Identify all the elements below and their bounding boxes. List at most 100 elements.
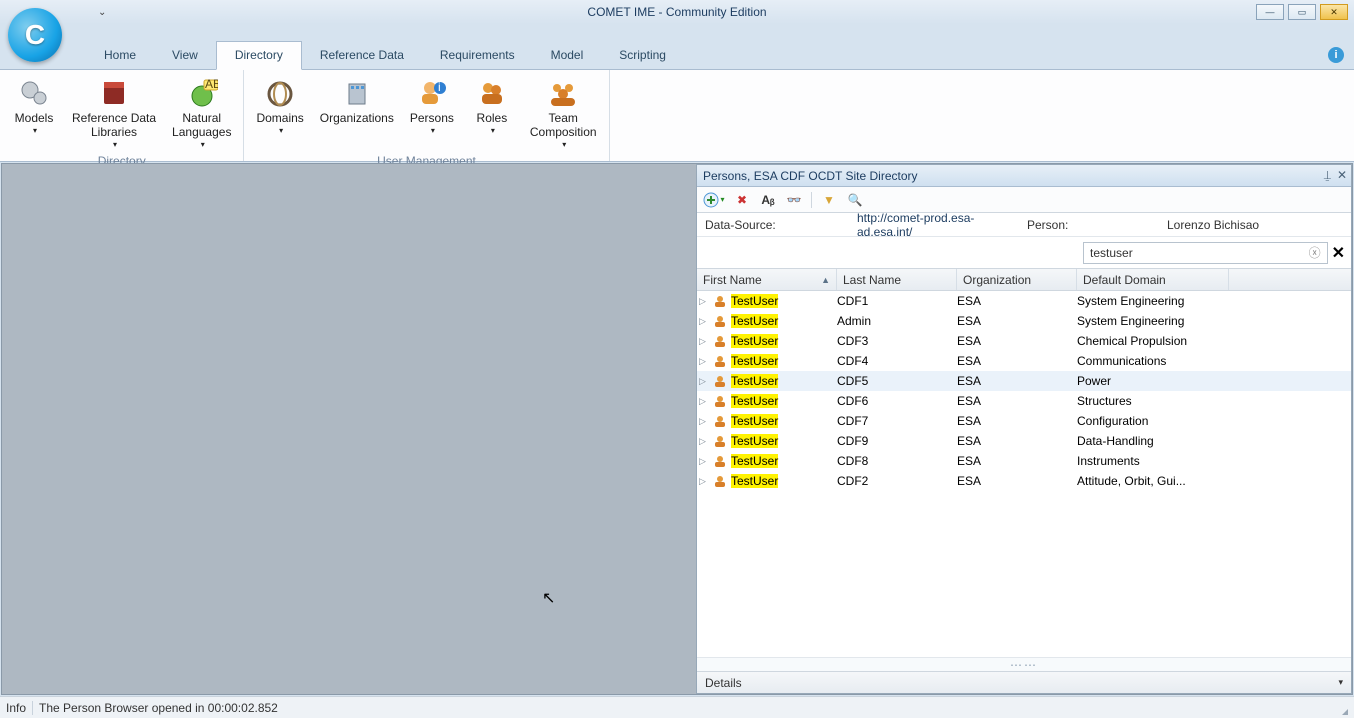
natural-languages-button[interactable]: ABC Natural Languages▾ [166,72,237,153]
ribbon: Models▾ Reference Data Libraries▾ ABC Na… [0,70,1354,162]
team-composition-button[interactable]: Team Composition▾ [524,72,603,153]
cell-organization: ESA [957,294,1077,308]
add-button[interactable]: ▾ [703,191,725,209]
cell-organization: ESA [957,394,1077,408]
models-button[interactable]: Models▾ [6,72,62,139]
col-last-name[interactable]: Last Name [837,269,957,290]
highlight-button[interactable]: Aᵦ [759,191,777,209]
window-title: COMET IME - Community Edition [587,5,766,19]
expand-icon[interactable]: ▷ [699,396,711,407]
roles-button[interactable]: Roles▾ [464,72,520,139]
gears-icon [17,76,51,110]
table-row[interactable]: ▷TestUserCDF9ESAData-Handling [697,431,1351,451]
tab-home[interactable]: Home [86,42,154,69]
col-default-domain[interactable]: Default Domain [1077,269,1229,290]
cell-organization: ESA [957,474,1077,488]
status-bar: Info The Person Browser opened in 00:00:… [0,696,1354,718]
cell-last-name: CDF1 [837,294,957,308]
cell-default-domain: Attitude, Orbit, Gui... [1077,474,1229,488]
search-input[interactable] [1083,242,1328,264]
cell-organization: ESA [957,454,1077,468]
cell-default-domain: Power [1077,374,1229,388]
table-row[interactable]: ▷TestUserCDF8ESAInstruments [697,451,1351,471]
tab-view[interactable]: View [154,42,216,69]
help-icon[interactable]: i [1328,47,1344,63]
table-row[interactable]: ▷TestUserCDF2ESAAttitude, Orbit, Gui... [697,471,1351,491]
expand-icon[interactable]: ▷ [699,436,711,447]
models-label: Models [15,112,54,126]
delete-button[interactable]: ✖ [733,191,751,209]
ribbon-tabs: Home View Directory Reference Data Requi… [0,24,1354,70]
col-first-name[interactable]: First Name▲ [697,269,837,290]
cell-first-name: TestUser [729,334,837,348]
cell-default-domain: Structures [1077,394,1229,408]
table-row[interactable]: ▷TestUserCDF4ESACommunications [697,351,1351,371]
cell-last-name: CDF6 [837,394,957,408]
grip-row[interactable]: ⋯⋯ [697,657,1351,671]
panel-header[interactable]: Persons, ESA CDF OCDT Site Directory ⍊ ✕ [697,165,1351,187]
tab-model[interactable]: Model [533,42,602,69]
tab-reference-data[interactable]: Reference Data [302,42,422,69]
expand-icon[interactable]: ▷ [699,476,711,487]
person-icon [711,314,729,328]
table-row[interactable]: ▷TestUserCDF3ESAChemical Propulsion [697,331,1351,351]
organizations-button[interactable]: Organizations [314,72,400,130]
svg-text:i: i [438,80,441,94]
zoom-button[interactable]: 🔍 [846,191,864,209]
ribbon-group-directory: Models▾ Reference Data Libraries▾ ABC Na… [0,70,244,161]
info-line: Data-Source: http://comet-prod.esa-ad.es… [697,213,1351,237]
close-search-icon[interactable]: ✕ [1332,243,1345,263]
person-icon [711,354,729,368]
find-button[interactable]: 👓 [785,191,803,209]
pin-icon[interactable]: ⍊ [1324,168,1331,183]
domains-button[interactable]: Domains▾ [250,72,309,139]
team-label: Team Composition [530,112,597,140]
minimize-button[interactable]: — [1256,4,1284,20]
clear-search-icon[interactable]: ⓧ [1306,244,1324,262]
expand-icon[interactable]: ▷ [699,316,711,327]
persons-button[interactable]: i Persons▾ [404,72,460,139]
resize-grip-icon[interactable] [1342,709,1348,715]
table-row[interactable]: ▷TestUserAdminESASystem Engineering [697,311,1351,331]
tab-scripting[interactable]: Scripting [601,42,684,69]
cell-organization: ESA [957,434,1077,448]
reference-data-libraries-button[interactable]: Reference Data Libraries▾ [66,72,162,153]
cell-organization: ESA [957,354,1077,368]
status-text: The Person Browser opened in 00:00:02.85… [39,701,278,715]
cell-default-domain: Chemical Propulsion [1077,334,1229,348]
rdl-label: Reference Data Libraries [72,112,156,140]
expand-icon[interactable]: ▷ [699,376,711,387]
cell-default-domain: Communications [1077,354,1229,368]
restore-button[interactable]: ▭ [1288,4,1316,20]
cell-last-name: Admin [837,314,957,328]
table-row[interactable]: ▷TestUserCDF5ESAPower [697,371,1351,391]
table-row[interactable]: ▷TestUserCDF1ESASystem Engineering [697,291,1351,311]
expand-icon[interactable]: ▷ [699,456,711,467]
cell-last-name: CDF9 [837,434,957,448]
tab-requirements[interactable]: Requirements [422,42,533,69]
expand-icon[interactable]: ▷ [699,296,711,307]
close-button[interactable]: ✕ [1320,4,1348,20]
person-icon [711,454,729,468]
table-row[interactable]: ▷TestUserCDF6ESAStructures [697,391,1351,411]
table-row[interactable]: ▷TestUserCDF7ESAConfiguration [697,411,1351,431]
expand-icon[interactable]: ▷ [699,336,711,347]
main-area: ↖ Persons, ESA CDF OCDT Site Directory ⍊… [1,163,1353,695]
search-row: ⓧ ✕ [697,237,1351,269]
expand-icon[interactable]: ▷ [699,416,711,427]
col-organization[interactable]: Organization [957,269,1077,290]
close-panel-icon[interactable]: ✕ [1337,168,1347,183]
cell-first-name: TestUser [729,354,837,368]
person-icon [711,334,729,348]
cell-first-name: TestUser [729,374,837,388]
nl-label: Natural Languages [172,112,231,140]
details-footer[interactable]: Details ▾ [697,671,1351,693]
filter-button[interactable]: ▼ [820,191,838,209]
app-logo[interactable]: C [8,8,80,64]
expand-icon[interactable]: ▷ [699,356,711,367]
person-value: Lorenzo Bichisao [1167,218,1259,232]
tab-directory[interactable]: Directory [216,41,302,70]
domain-icon [263,76,297,110]
building-icon [340,76,374,110]
person-icon [711,474,729,488]
